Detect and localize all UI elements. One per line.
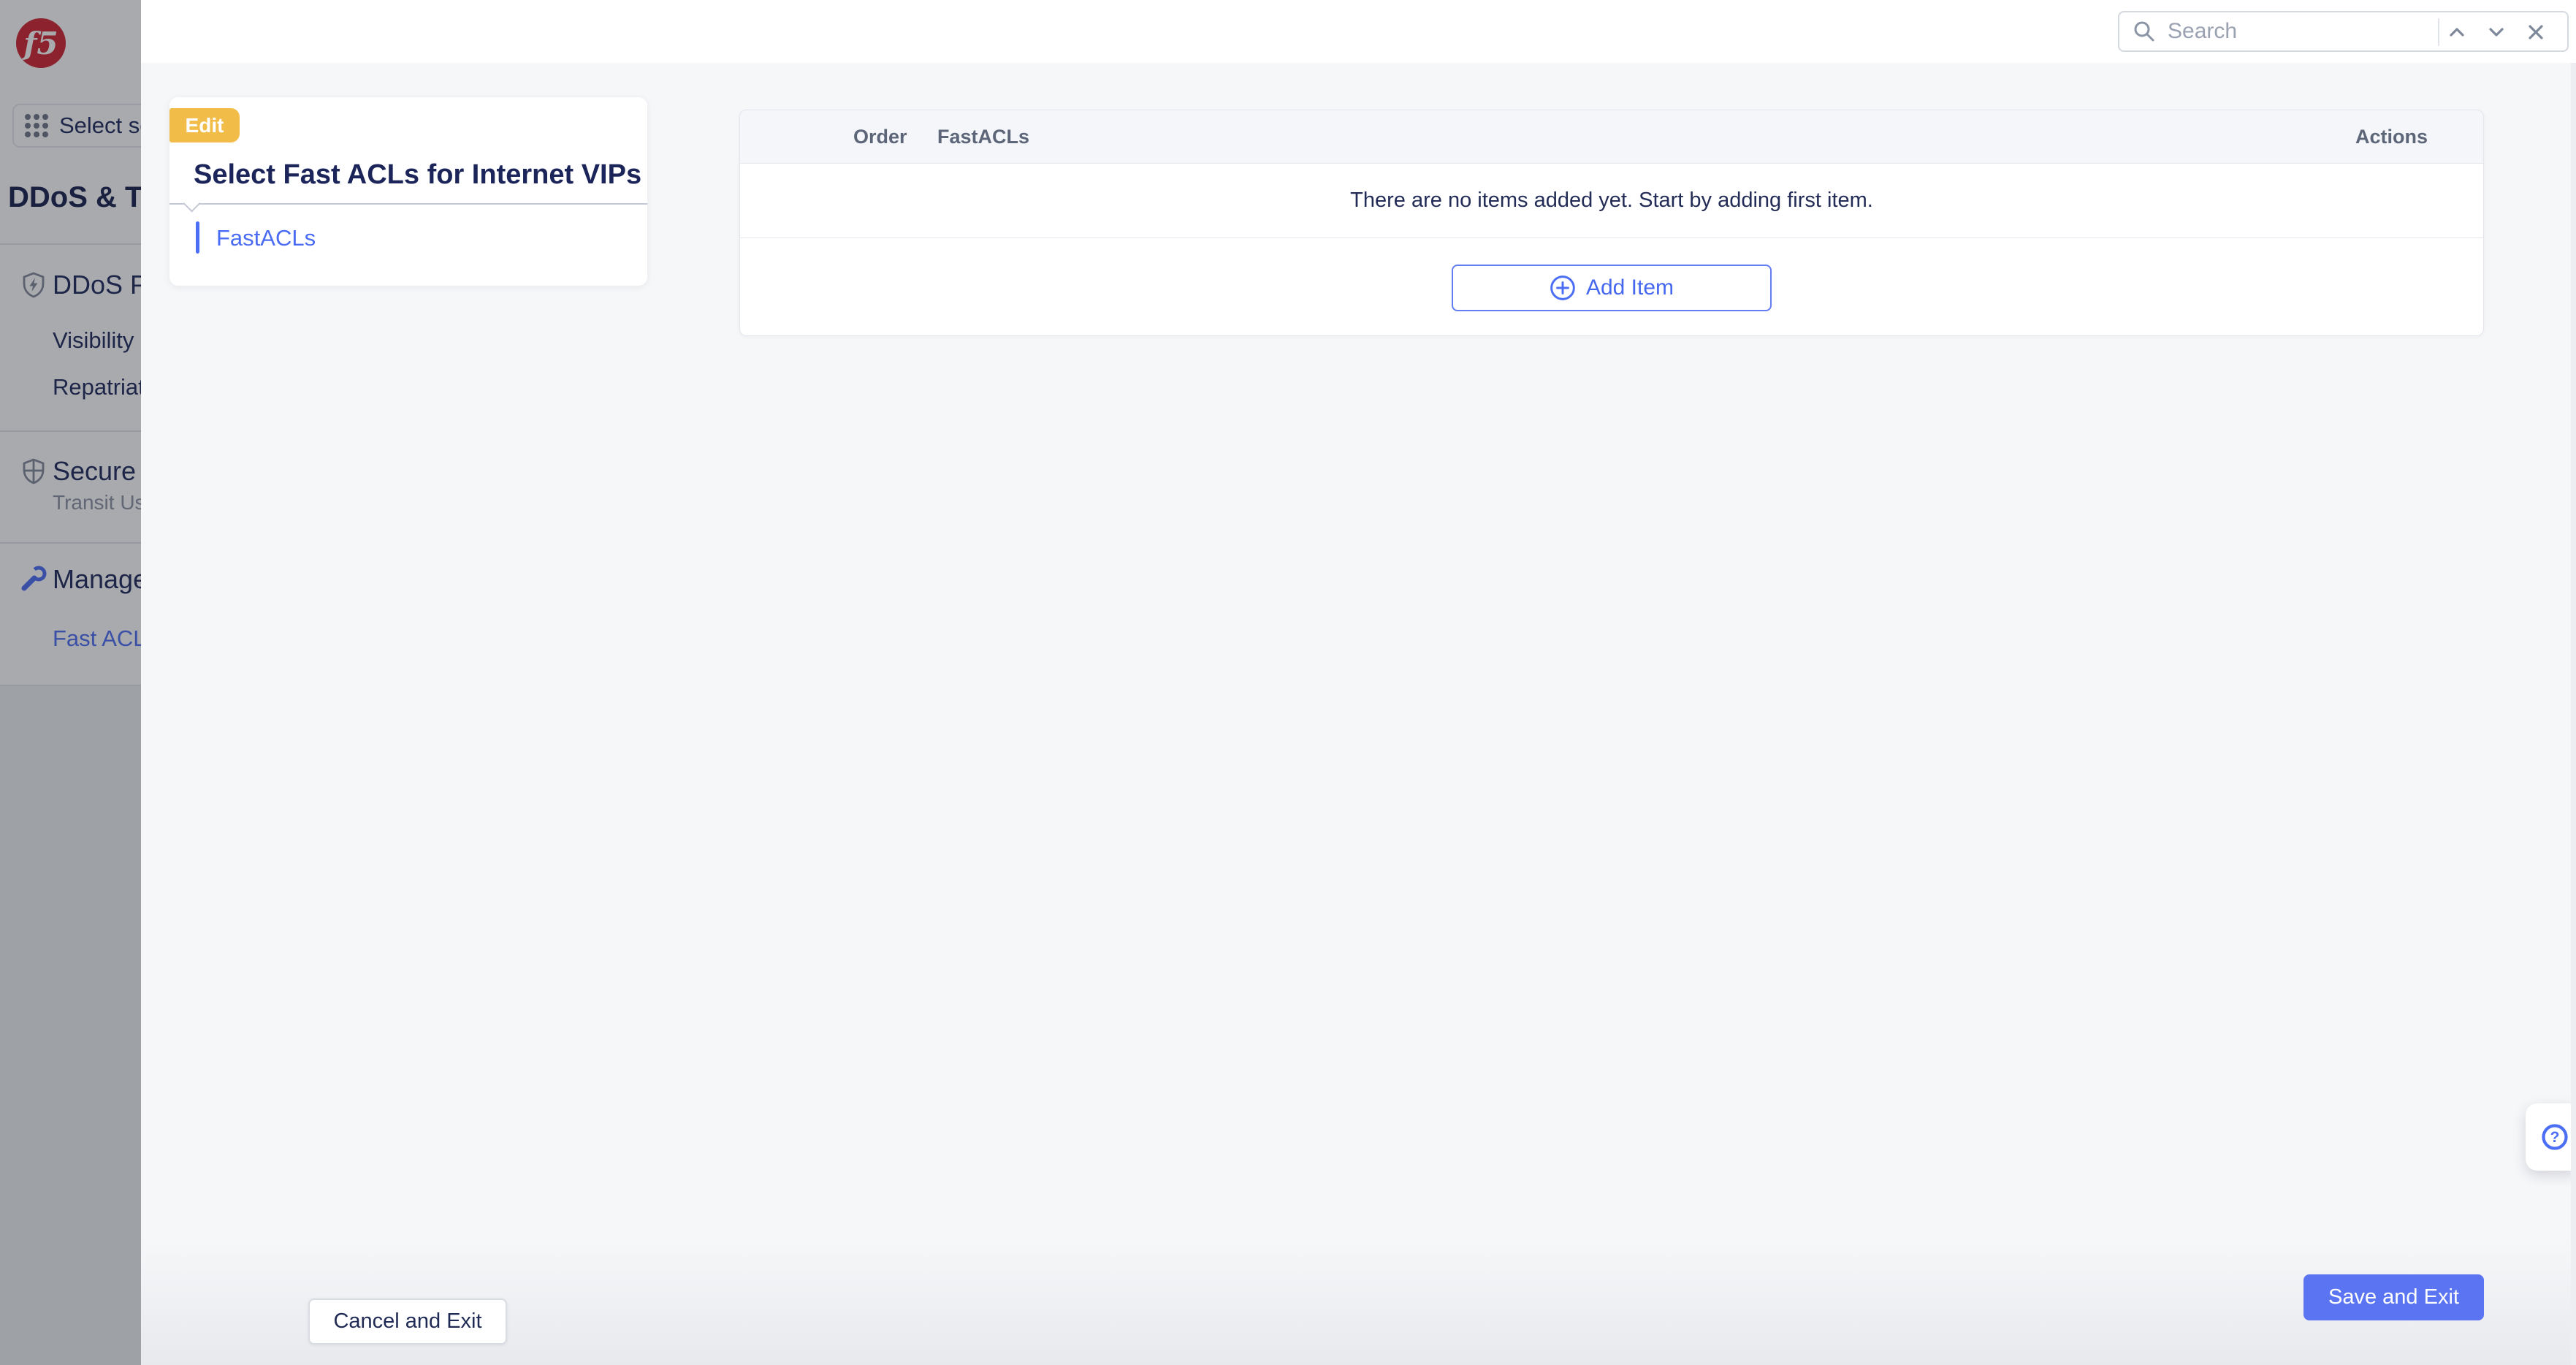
modal-topbar [141, 0, 2576, 63]
modal-dim-overlay [0, 0, 141, 1365]
column-header-fastacls: FastACLs [937, 126, 1030, 148]
find-bar [2118, 11, 2569, 52]
empty-state-row: There are no items added yet. Start by a… [740, 164, 2483, 238]
screen: f5 Select se DDoS & Tra DDoS Pr Visibili… [0, 0, 2576, 1365]
column-header-order: Order [853, 126, 907, 148]
search-icon [2134, 21, 2154, 42]
add-item-label: Add Item [1585, 275, 1674, 300]
column-header-actions: Actions [2355, 126, 2428, 148]
edit-modal: Edit Select Fast ACLs for Internet VIPs … [141, 0, 2576, 1365]
search-input[interactable] [2166, 18, 2407, 45]
find-next-button[interactable] [2479, 17, 2514, 47]
add-item-button[interactable]: Add Item [1452, 264, 1772, 311]
save-button-label: Save and Exit [2328, 1285, 2459, 1309]
active-step-notch [183, 194, 201, 213]
cancel-and-exit-button[interactable]: Cancel and Exit [308, 1299, 507, 1345]
svg-text:?: ? [2550, 1129, 2560, 1146]
empty-state-message: There are no items added yet. Start by a… [1350, 189, 1873, 212]
active-step-indicator [196, 221, 199, 254]
close-search-icon[interactable] [2518, 17, 2553, 47]
edit-mode-badge: Edit [169, 108, 240, 142]
save-and-exit-button[interactable]: Save and Exit [2303, 1274, 2484, 1320]
scrollbar-track[interactable] [2571, 63, 2576, 1365]
add-item-row: Add Item [740, 238, 2483, 335]
step-card-divider [169, 203, 647, 205]
wizard-step-card: Edit Select Fast ACLs for Internet VIPs … [169, 97, 647, 286]
step-link-fastacls[interactable]: FastACLs [216, 225, 316, 251]
circle-plus-icon [1550, 275, 1575, 300]
help-question-icon: ? [2542, 1124, 2568, 1150]
table-header: Order FastACLs Actions [740, 110, 2483, 164]
page-title: Select Fast ACLs for Internet VIPs [194, 159, 642, 190]
fastacls-table: Order FastACLs Actions There are no item… [739, 110, 2484, 336]
cancel-button-label: Cancel and Exit [333, 1309, 482, 1333]
find-previous-button[interactable] [2439, 17, 2474, 47]
help-widget-button[interactable]: ? [2526, 1103, 2576, 1171]
